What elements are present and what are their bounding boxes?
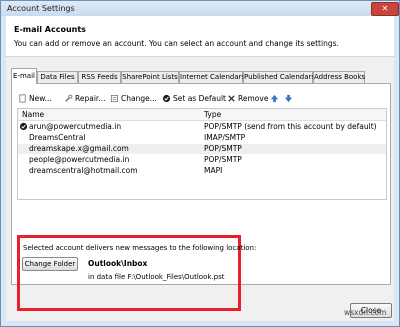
settings-sheet-icon <box>110 94 119 102</box>
account-type: IMAP/SMTP <box>204 133 246 142</box>
header-title: E-mail Accounts <box>14 25 86 34</box>
watermark: wsxdn.com <box>344 308 387 317</box>
account-name: dreamskape.x@gmail.com <box>29 144 129 153</box>
dialog-client: E-mail Accounts You can add or remove an… <box>6 16 394 321</box>
title-bar: Account Settings ✕ <box>1 1 399 16</box>
account-row[interactable]: people@powercutmedia.in POP/SMTP <box>18 155 386 165</box>
repair-label: Repair... <box>75 93 106 103</box>
window-title: Account Settings <box>7 4 75 13</box>
account-type: POP/SMTP <box>204 144 242 153</box>
dialog-header: E-mail Accounts You can add or remove an… <box>6 16 394 57</box>
set-as-default-label: Set as Default <box>173 93 226 103</box>
account-row[interactable]: arun@powercutmedia.in POP/SMTP (send fro… <box>18 122 386 132</box>
delivery-location-highlight: Selected account delivers new messages t… <box>17 235 256 311</box>
account-name: dreamscentral@hotmail.com <box>29 166 138 175</box>
wrench-icon <box>65 94 73 102</box>
check-circle-icon <box>162 94 171 102</box>
account-row[interactable]: dreamscentral@hotmail.com MAPI <box>18 166 386 176</box>
new-document-icon <box>18 93 26 102</box>
change-button[interactable]: Change... <box>110 92 157 104</box>
account-settings-window: Account Settings ✕ E-mail Accounts You c… <box>0 0 400 327</box>
tab-sharepoint-lists[interactable]: SharePoint Lists <box>121 71 179 83</box>
arrow-up-icon <box>270 94 279 102</box>
account-name: DreamsCentral <box>29 133 86 142</box>
arrow-down-icon <box>284 94 293 102</box>
new-account-button[interactable]: New... <box>18 92 52 104</box>
remove-button[interactable]: Remove <box>227 92 268 104</box>
delivery-caption: Selected account delivers new messages t… <box>23 244 257 252</box>
tab-internet-calendars[interactable]: Internet Calendars <box>179 71 245 83</box>
remove-label: Remove <box>238 93 269 103</box>
new-label: New... <box>29 93 52 103</box>
column-name[interactable]: Name <box>22 110 44 119</box>
account-type: POP/SMTP <box>204 155 242 164</box>
account-name: people@powercutmedia.in <box>29 155 130 164</box>
accounts-list[interactable]: Name Type arun@powercutmedia.in POP/SMTP… <box>17 108 387 200</box>
tab-data-files[interactable]: Data Files <box>37 71 78 83</box>
account-row[interactable]: DreamsCentral IMAP/SMTP <box>18 133 386 143</box>
account-name: arun@powercutmedia.in <box>29 122 122 131</box>
change-folder-button[interactable]: Change Folder <box>22 257 78 271</box>
tab-email[interactable]: E-mail <box>11 68 37 84</box>
set-as-default-button[interactable]: Set as Default <box>162 92 226 104</box>
move-up-button[interactable] <box>270 92 279 104</box>
tab-rss-feeds[interactable]: RSS Feeds <box>78 71 121 83</box>
account-row[interactable]: dreamskape.x@gmail.com POP/SMTP <box>18 144 386 154</box>
account-type: MAPI <box>204 166 223 175</box>
delivery-folder: Outlook\Inbox <box>88 259 148 268</box>
delivery-data-file: in data file F:\Outlook_Files\Outlook.ps… <box>88 273 225 281</box>
tab-published-calendars[interactable]: Published Calendars <box>243 71 315 83</box>
column-type[interactable]: Type <box>204 110 221 119</box>
change-label: Change... <box>121 93 157 103</box>
tab-address-books[interactable]: Address Books <box>313 71 365 83</box>
repair-button[interactable]: Repair... <box>64 92 105 104</box>
default-account-check-icon <box>19 122 28 131</box>
move-down-button[interactable] <box>284 92 293 104</box>
remove-x-icon <box>228 94 235 102</box>
account-type: POP/SMTP (send from this account by defa… <box>204 122 377 131</box>
window-close-button[interactable]: ✕ <box>371 2 399 16</box>
list-header: Name Type <box>18 109 386 121</box>
header-description: You can add or remove an account. You ca… <box>14 39 339 48</box>
